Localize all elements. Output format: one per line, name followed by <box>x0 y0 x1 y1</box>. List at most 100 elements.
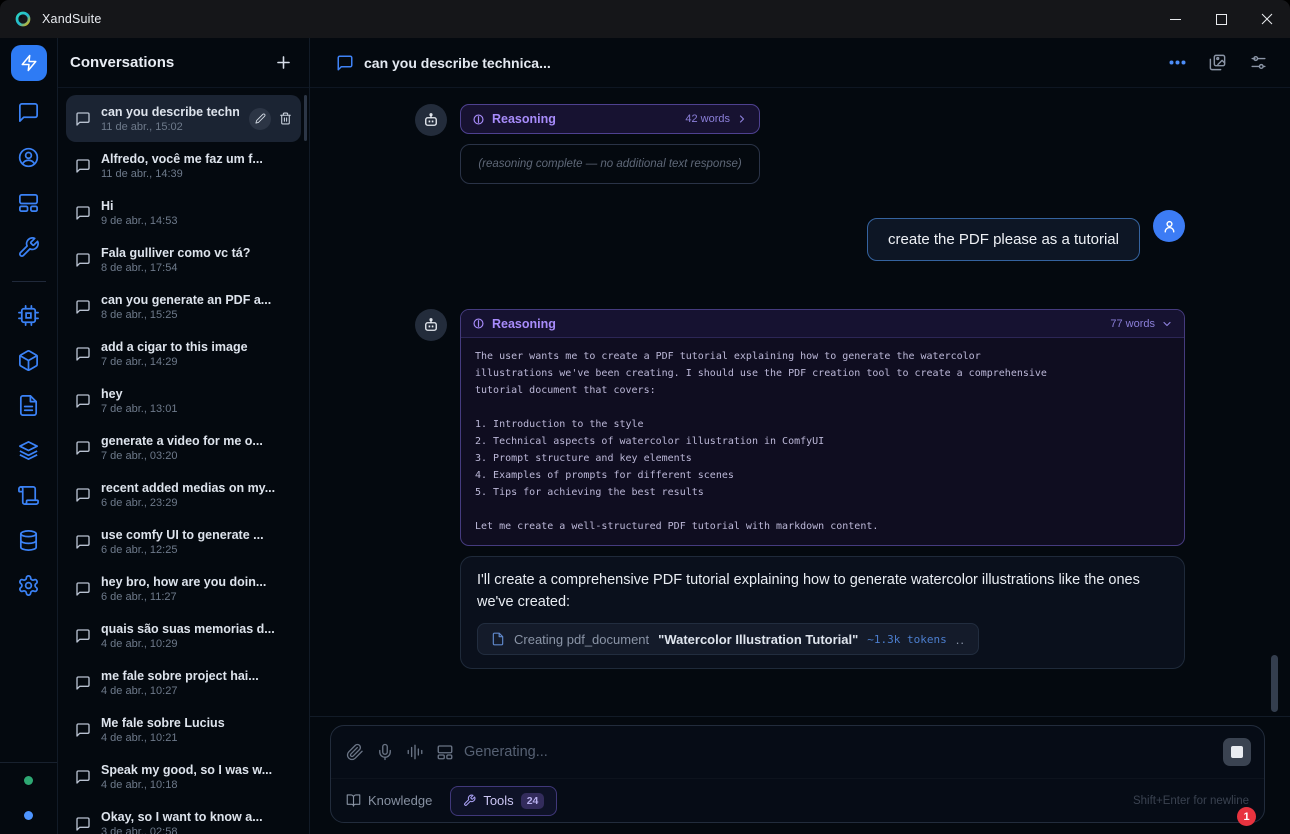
gallery-button[interactable] <box>1208 53 1227 72</box>
package-icon[interactable] <box>17 349 40 372</box>
conversations-title: Conversations <box>70 54 174 71</box>
nav-flash-button[interactable] <box>11 45 47 81</box>
composer-area: Knowledge Tools 24 Shift+Enter for newli… <box>310 716 1290 834</box>
conversation-date: 6 de abr., 11:27 <box>101 591 292 603</box>
reasoning-block-collapsed[interactable]: Reasoning 42 words <box>460 104 760 134</box>
settings-icon[interactable] <box>17 574 40 597</box>
chat-bubble-icon <box>75 299 91 315</box>
conversation-date: 8 de abr., 15:25 <box>101 309 292 321</box>
conversation-date: 9 de abr., 14:53 <box>101 215 292 227</box>
close-button[interactable] <box>1244 0 1290 38</box>
user-profile-icon[interactable] <box>17 146 40 169</box>
scroll-icon[interactable] <box>17 484 40 507</box>
reasoning-word-count: 77 words <box>1110 318 1155 330</box>
tool-call-chip[interactable]: Creating pdf_document "Watercolor Illust… <box>477 623 979 655</box>
conversation-date: 4 de abr., 10:27 <box>101 685 292 697</box>
window-controls <box>1152 0 1290 38</box>
canvas-layout-button[interactable] <box>436 743 454 761</box>
wrench-icon[interactable] <box>17 236 40 259</box>
chat-scrollbar[interactable] <box>1271 655 1278 712</box>
dashboard-icon[interactable] <box>17 191 40 214</box>
conversation-item[interactable]: Alfredo, você me faz um f... 11 de abr.,… <box>66 142 301 189</box>
conversation-title: recent added medias on my... <box>101 481 292 495</box>
chat-bubble-icon <box>75 252 91 268</box>
tool-progress-dots: .. <box>956 632 965 647</box>
conversation-date: 6 de abr., 23:29 <box>101 497 292 509</box>
voice-mode-button[interactable] <box>406 743 424 761</box>
conversation-title: quais são suas memorias d... <box>101 622 292 636</box>
wrench-icon <box>463 794 476 807</box>
chat-bubble-icon <box>75 722 91 738</box>
assistant-message: Reasoning 42 words <box>415 104 1185 184</box>
database-icon[interactable] <box>17 529 40 552</box>
knowledge-button[interactable]: Knowledge <box>346 793 432 808</box>
chat-settings-button[interactable] <box>1249 53 1268 72</box>
conversation-title: generate a video for me o... <box>101 434 292 448</box>
conversation-item[interactable]: Speak my good, so I was w... 4 de abr., … <box>66 753 301 800</box>
conversations-scrollbar[interactable] <box>304 95 307 141</box>
conversation-title: use comfy UI to generate ... <box>101 528 292 542</box>
assistant-response-text: I'll create a comprehensive PDF tutorial… <box>477 569 1168 613</box>
delete-conversation-button[interactable] <box>279 112 292 125</box>
chat-icon[interactable] <box>17 101 40 124</box>
conversation-title: Speak my good, so I was w... <box>101 763 292 777</box>
message-input[interactable] <box>464 744 1223 760</box>
microphone-button[interactable] <box>376 743 394 761</box>
rail-divider <box>12 281 46 282</box>
stop-generating-button[interactable] <box>1223 738 1251 766</box>
cpu-icon[interactable] <box>17 304 40 327</box>
conversation-item[interactable]: can you describe technica... 11 de abr.,… <box>66 95 301 142</box>
chat-bubble-icon <box>75 158 91 174</box>
conversation-title: Okay, so I want to know a... <box>101 810 292 824</box>
new-conversation-button[interactable] <box>274 53 293 72</box>
titlebar: XandSuite <box>0 0 1290 38</box>
chat-bubble-icon <box>75 440 91 456</box>
notification-badge[interactable]: 1 <box>1237 807 1256 826</box>
tools-button[interactable]: Tools 24 <box>450 786 557 816</box>
minimize-button[interactable] <box>1152 0 1198 38</box>
reasoning-icon <box>472 113 485 126</box>
conversation-item[interactable]: use comfy UI to generate ... 6 de abr., … <box>66 518 301 565</box>
document-icon[interactable] <box>17 394 40 417</box>
waveform-icon <box>406 743 424 761</box>
maximize-button[interactable] <box>1198 0 1244 38</box>
more-options-button[interactable] <box>1169 60 1186 65</box>
reasoning-header[interactable]: Reasoning 77 words <box>461 310 1184 338</box>
conversation-item[interactable]: recent added medias on my... 6 de abr., … <box>66 471 301 518</box>
conversation-item[interactable]: hey 7 de abr., 13:01 <box>66 377 301 424</box>
chat-bubble-icon <box>75 675 91 691</box>
conversation-item[interactable]: hey bro, how are you doin... 6 de abr., … <box>66 565 301 612</box>
composer: Knowledge Tools 24 Shift+Enter for newli… <box>330 725 1265 823</box>
conversation-item[interactable]: Okay, so I want to know a... 3 de abr., … <box>66 800 301 834</box>
conversation-title: me fale sobre project hai... <box>101 669 292 683</box>
conversation-item[interactable]: quais são suas memorias d... 4 de abr., … <box>66 612 301 659</box>
conversation-date: 3 de abr., 02:58 <box>101 826 292 834</box>
layers-icon[interactable] <box>17 439 40 462</box>
conversation-item[interactable]: generate a video for me o... 7 de abr., … <box>66 424 301 471</box>
conversation-date: 7 de abr., 13:01 <box>101 403 292 415</box>
conversation-date: 4 de abr., 10:21 <box>101 732 292 744</box>
conversation-title: hey bro, how are you doin... <box>101 575 292 589</box>
conversation-item[interactable]: Hi 9 de abr., 14:53 <box>66 189 301 236</box>
conversation-item[interactable]: add a cigar to this image 7 de abr., 14:… <box>66 330 301 377</box>
conversation-item[interactable]: Me fale sobre Lucius 4 de abr., 10:21 <box>66 706 301 753</box>
stop-icon <box>1231 746 1243 758</box>
conversation-date: 7 de abr., 03:20 <box>101 450 292 462</box>
user-message: create the PDF please as a tutorial <box>415 210 1185 261</box>
chat-scroll-area[interactable]: Reasoning 42 words <box>310 88 1290 716</box>
conversation-item[interactable]: me fale sobre project hai... 4 de abr., … <box>66 659 301 706</box>
attach-file-button[interactable] <box>346 743 364 761</box>
conversation-title: add a cigar to this image <box>101 340 292 354</box>
chat-title: can you describe technica... <box>364 55 551 71</box>
conversation-title: Alfredo, você me faz um f... <box>101 152 292 166</box>
assistant-message: Reasoning 77 words The us <box>415 309 1185 669</box>
tool-document-title: "Watercolor Illustration Tutorial" <box>658 632 858 647</box>
status-dot-blue <box>24 811 33 820</box>
edit-conversation-button[interactable] <box>249 108 271 130</box>
conversation-item[interactable]: Fala gulliver como vc tá? 8 de abr., 17:… <box>66 236 301 283</box>
app-window: XandSuite <box>0 0 1290 834</box>
assistant-avatar <box>415 104 447 136</box>
conversation-title: Fala gulliver como vc tá? <box>101 246 292 260</box>
conversation-item[interactable]: can you generate an PDF a... 8 de abr., … <box>66 283 301 330</box>
microphone-icon <box>376 743 394 761</box>
